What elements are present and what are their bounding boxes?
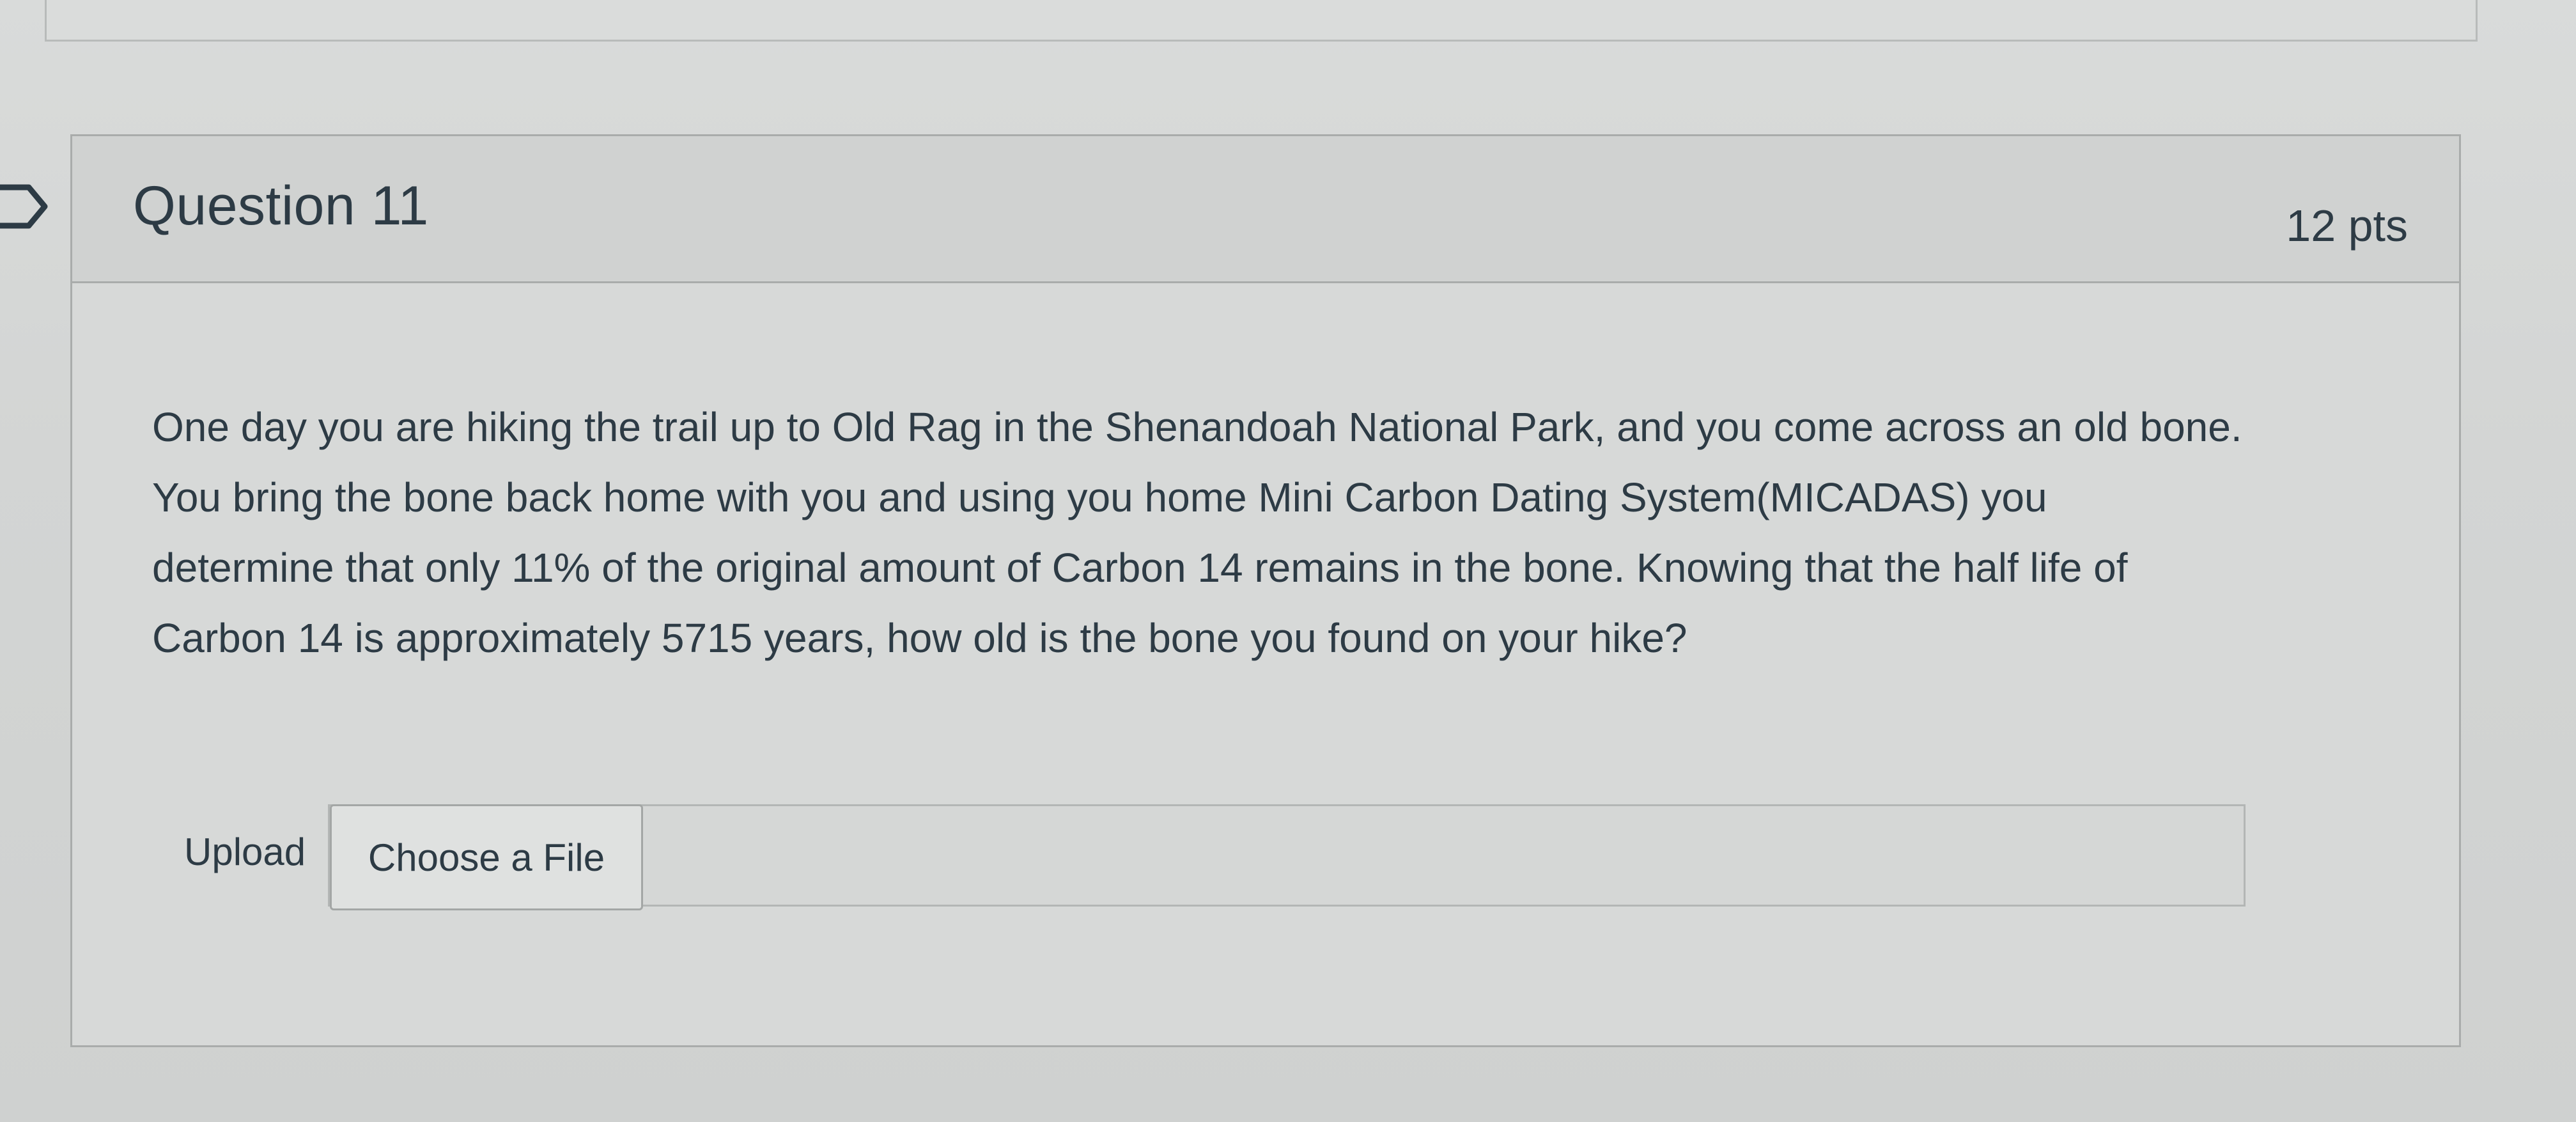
- question-card: Question 11 12 pts One day you are hikin…: [70, 134, 2461, 1047]
- question-text: One day you are hiking the trail up to O…: [152, 392, 2377, 673]
- file-upload-field[interactable]: Choose a File: [328, 804, 2246, 910]
- question-text-line: determine that only 11% of the original …: [152, 545, 2128, 591]
- flag-question-icon[interactable]: [0, 171, 58, 242]
- question-points: 12 pts: [2286, 201, 2408, 251]
- question-text-line: You bring the bone back home with you an…: [152, 474, 2047, 520]
- question-title: Question 11: [133, 175, 429, 237]
- upload-label: Upload: [184, 830, 306, 873]
- question-text-line: Carbon 14 is approximately 5715 years, h…: [152, 615, 1688, 661]
- question-header: Question 11 12 pts: [72, 136, 2459, 283]
- choose-file-button[interactable]: Choose a File: [330, 804, 643, 910]
- previous-question-card: [45, 0, 2478, 42]
- question-text-line: One day you are hiking the trail up to O…: [152, 404, 2242, 450]
